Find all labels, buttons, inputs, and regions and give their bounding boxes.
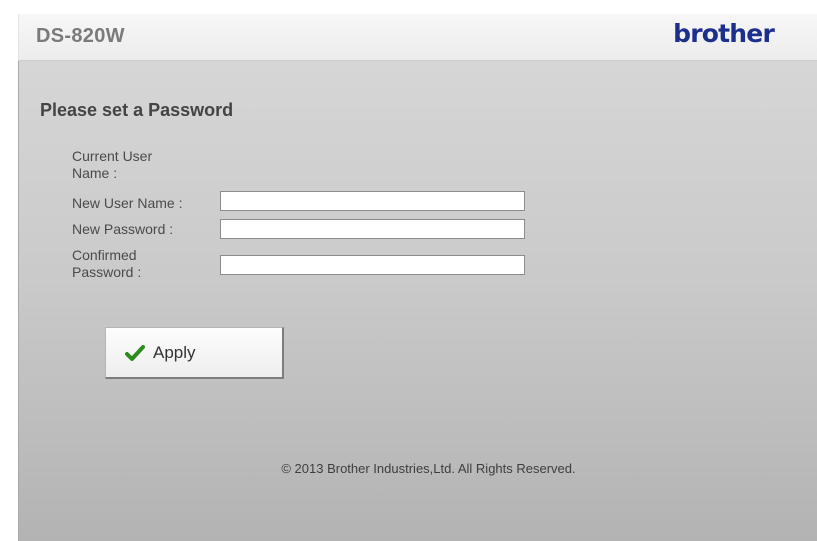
new-user-name-input[interactable] — [220, 191, 525, 211]
current-user-name-label: Current User Name : — [72, 148, 153, 181]
page-title: Please set a Password — [40, 100, 234, 120]
apply-button[interactable]: Apply — [105, 327, 284, 379]
checkmark-icon — [125, 344, 145, 362]
brother-logo: brother — [673, 19, 775, 48]
new-password-input[interactable] — [220, 219, 525, 239]
new-user-name-label: New User Name : — [72, 195, 183, 211]
apply-label: Apply — [153, 342, 196, 362]
main-panel: Please set a Password Current User Name … — [18, 61, 817, 541]
new-password-label: New Password : — [72, 221, 174, 237]
confirmed-password-label: Confirmed Password : — [72, 247, 142, 280]
model-name: DS-820W — [36, 25, 125, 47]
header-bar: DS-820W brother — [18, 14, 817, 61]
confirmed-password-input[interactable] — [220, 255, 525, 275]
browser-content: DS-820W brother Please set a Password Cu… — [8, 0, 817, 541]
copyright-text: © 2013 Brother Industries,Ltd. All Right… — [281, 461, 576, 476]
